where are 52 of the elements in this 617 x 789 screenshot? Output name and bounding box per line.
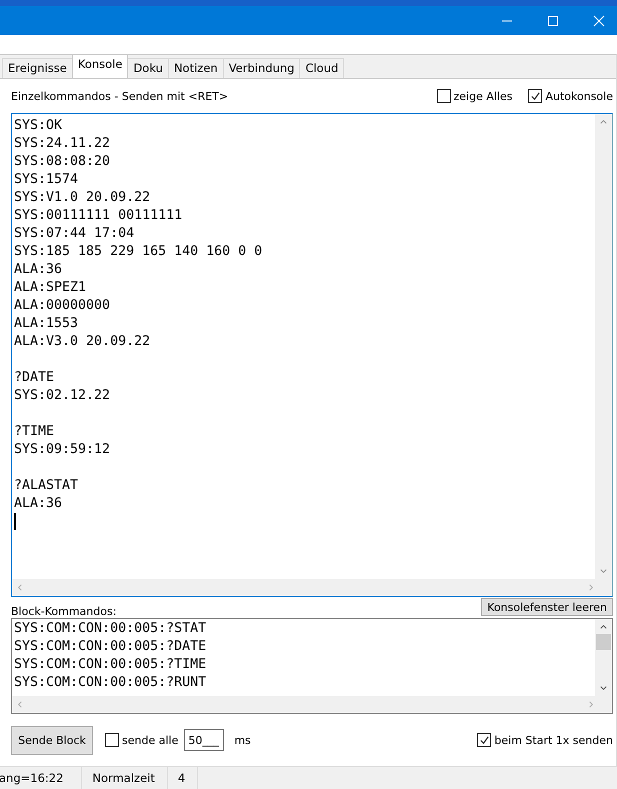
console-line: ALA:SPEZ1 xyxy=(14,279,88,297)
console-line: SYS:07:44 17:04 xyxy=(14,225,136,243)
clear-console-button[interactable]: Konsolefenster leeren xyxy=(481,598,613,616)
console-line: ?DATE xyxy=(14,369,56,387)
maximize-icon[interactable] xyxy=(547,14,559,27)
block-label: Block-Kommandos: xyxy=(11,605,116,618)
console-line: ALA:36 xyxy=(14,495,64,513)
console-line: SYS:08:08:20 xyxy=(14,153,112,171)
close-icon[interactable] xyxy=(593,14,605,27)
checkbox[interactable]: Autokonsole xyxy=(528,89,613,103)
check-icon xyxy=(478,734,490,746)
tab[interactable]: Cloud xyxy=(299,58,344,78)
console-line: ALA:1553 xyxy=(14,315,80,333)
console-line: SYS:V1.0 20.09.22 xyxy=(14,189,152,207)
checkbox[interactable]: beim Start 1x senden xyxy=(477,733,613,747)
interval-field[interactable]: 50___ xyxy=(184,729,224,751)
console-output[interactable] xyxy=(11,113,613,597)
scroll-left-icon[interactable] xyxy=(15,700,24,709)
scroll-thumb[interactable] xyxy=(596,634,611,650)
command-line: SYS:COM:CON:00:005:?RUNT xyxy=(14,674,208,692)
console-label: Einzelkommandos - Senden mit <RET> xyxy=(11,90,228,102)
console-line: SYS:1574 xyxy=(14,171,80,189)
console-line: SYS:00111111 00111111 xyxy=(14,207,184,225)
scroll-left-icon[interactable] xyxy=(15,583,24,592)
console-line: SYS:OK xyxy=(14,117,64,135)
checkbox[interactable]: zeige Alles xyxy=(436,89,512,103)
console-line: ALA:00000000 xyxy=(14,297,112,315)
command-line: SYS:COM:CON:00:005:?TIME xyxy=(14,656,208,674)
scroll-down-icon[interactable] xyxy=(599,684,608,693)
console-line: ?ALASTAT xyxy=(14,477,80,495)
send-block-button[interactable]: Sende Block xyxy=(11,726,93,754)
checkbox[interactable]: sende alle xyxy=(105,733,178,747)
status-text: 4 xyxy=(178,767,198,789)
command-line: SYS:COM:CON:00:005:?STAT xyxy=(14,620,208,638)
scroll-right-icon[interactable] xyxy=(587,700,596,709)
console-line: SYS:02.12.22 xyxy=(14,387,112,405)
status-text: ang=16:22 xyxy=(0,767,82,789)
check-icon xyxy=(530,90,541,102)
console-line: ALA:36 xyxy=(14,261,64,279)
console-line: ?TIME xyxy=(14,423,56,441)
console-line: SYS:24.11.22 xyxy=(14,135,112,153)
console-line: SYS:09:59:12 xyxy=(14,441,112,459)
unit-label: ms xyxy=(234,734,251,746)
console-line: ALA:V3.0 20.09.22 xyxy=(14,333,152,351)
scroll-right-icon[interactable] xyxy=(587,583,596,592)
console-line: SYS:185 185 229 165 140 160 0 0 xyxy=(14,243,264,261)
tab[interactable]: Konsole xyxy=(72,54,128,78)
block-commands-field[interactable]: SYS:COM:CON:00:005:?STAT SYS:COM:CON:00:005:?DATE SYS:COM:CON:00:005:?TIME SYS:COM:CON:00:005:?RUNT xyxy=(11,618,613,714)
status-text: Normalzeit xyxy=(92,767,168,789)
command-line: SYS:COM:CON:00:005:?DATE xyxy=(14,638,208,656)
scroll-up-icon[interactable] xyxy=(599,622,608,631)
tab[interactable]: Ereignisse xyxy=(2,58,73,78)
